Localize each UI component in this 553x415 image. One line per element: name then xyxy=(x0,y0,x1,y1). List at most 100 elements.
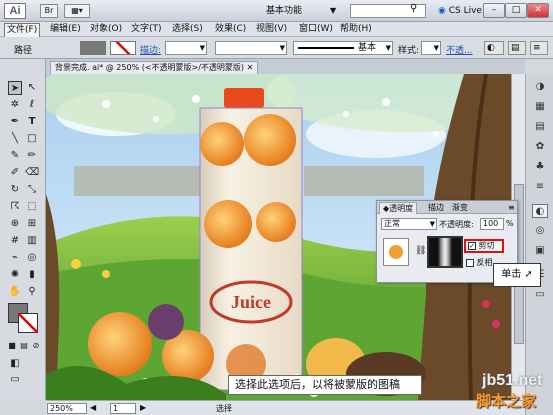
rectangle-tool[interactable]: □ xyxy=(25,132,39,146)
paintbrush-tool[interactable]: ✎ xyxy=(8,149,22,163)
maximize-button[interactable]: □ xyxy=(505,3,527,18)
zoom-tool[interactable]: ⚲ xyxy=(25,285,39,299)
menu-bar: 文件(F) 编辑(E) 对象(O) 文字(T) 选择(S) 效果(C) 视图(V… xyxy=(0,22,553,38)
blob-brush-tool[interactable]: ✐ xyxy=(8,166,22,180)
bridge-button[interactable]: Br xyxy=(40,4,58,18)
menu-edit[interactable]: 编辑(E) xyxy=(48,23,83,36)
opacity-link[interactable]: 不透... xyxy=(446,43,473,56)
warp-tool[interactable]: ☈ xyxy=(8,200,22,214)
arrange-documents-button[interactable]: ▦▾ xyxy=(64,4,90,18)
object-type-label: 路径 xyxy=(14,46,33,56)
link-chain-icon[interactable]: ⛓ xyxy=(415,246,426,256)
menu-type[interactable]: 文字(T) xyxy=(129,23,164,36)
artwork-thumbnail[interactable] xyxy=(383,238,409,266)
menu-effect[interactable]: 效果(C) xyxy=(213,23,248,36)
mask-thumbnail[interactable] xyxy=(427,236,463,268)
transparency-panel-icon[interactable]: ◐ xyxy=(532,204,548,218)
menu-file[interactable]: 文件(F) xyxy=(4,23,41,38)
tab-stroke[interactable]: 描边 xyxy=(425,202,447,214)
eyedropper-tool[interactable]: ⌁ xyxy=(8,251,22,265)
stroke-profile-dropdown[interactable]: 基本 ▼ xyxy=(293,41,393,55)
graphic-styles-icon[interactable]: ▣ xyxy=(532,244,548,258)
cs-live-icon: ◉ xyxy=(438,6,446,16)
juice-label: Juice xyxy=(231,292,271,312)
search-icon: ⚲ xyxy=(410,3,418,14)
eraser-tool[interactable]: ⌫ xyxy=(25,166,39,180)
menu-select[interactable]: 选择(S) xyxy=(170,23,205,36)
clip-checkbox[interactable]: ✓ 剪切 xyxy=(464,239,504,253)
align-button[interactable]: ▤ xyxy=(508,41,526,55)
invert-mask-checkbox[interactable]: 反相 xyxy=(466,257,493,268)
menu-object[interactable]: 对象(O) xyxy=(88,23,124,36)
appearance-panel-icon[interactable]: ◎ xyxy=(532,224,548,238)
opacity-label: 不透明度: xyxy=(439,220,474,229)
symbol-sprayer-tool[interactable]: ✺ xyxy=(8,268,22,282)
panel-tab-bar: ◆透明度 描边 渐变 ≡ xyxy=(377,201,517,214)
blend-tool[interactable]: ◎ xyxy=(25,251,39,265)
panel-menu-icon[interactable]: ≡ xyxy=(505,202,518,214)
none-mode-icon[interactable]: ⊘ xyxy=(29,339,43,353)
scale-tool[interactable]: ⤡ xyxy=(25,183,39,197)
tab-transparency[interactable]: ◆透明度 xyxy=(379,202,418,214)
lasso-tool[interactable]: ℓ xyxy=(25,98,39,112)
cs-live-menu[interactable]: ◉ CS Live ▾ xyxy=(438,4,489,18)
close-tab-icon[interactable]: ✕ xyxy=(247,63,254,72)
graph-tool[interactable]: ▮ xyxy=(25,268,39,282)
recolor-button[interactable]: ◐ xyxy=(484,41,504,55)
symbols-panel-icon[interactable]: ♣ xyxy=(532,160,548,174)
panel-menu-button[interactable]: ≡ xyxy=(530,41,548,55)
draw-mode-icon[interactable]: ◧ xyxy=(8,357,22,371)
artboards-panel-icon[interactable]: ▭ xyxy=(532,288,548,302)
menu-window[interactable]: 窗口(W) xyxy=(297,23,335,36)
pen-tool[interactable]: ✒ xyxy=(8,115,22,129)
workspace-switcher[interactable]: 基本功能 xyxy=(266,4,340,18)
variable-width-dropdown[interactable]: ▼ xyxy=(215,41,287,55)
control-bar: 路径 描边: ▼ ▼ 基本 ▼ 样式: ▼ 不透... ◐ ▤ ≡ xyxy=(0,37,553,59)
checkmark-icon: ✓ xyxy=(468,241,476,250)
style-label: 样式: xyxy=(398,46,420,56)
blend-mode-dropdown[interactable]: 正常 ▼ xyxy=(381,218,437,230)
gradient-tool[interactable]: ▥ xyxy=(25,234,39,248)
stroke-color-swatch[interactable] xyxy=(110,41,136,55)
opacity-unit: % xyxy=(506,219,514,228)
title-bar: Ai Br ▦▾ 基本功能 ▼ ⚲ ◉ CS Live ▾ – □ ✕ xyxy=(0,0,553,22)
opacity-input[interactable]: 100 xyxy=(480,218,504,230)
menu-view[interactable]: 视图(V) xyxy=(254,23,289,36)
stroke-weight-dropdown[interactable]: ▼ xyxy=(165,41,207,55)
page-field[interactable]: 1 xyxy=(110,403,136,414)
chevron-down-icon: ▼ xyxy=(330,6,337,15)
hand-tool[interactable]: ✋ xyxy=(8,285,22,299)
selection-tool[interactable]: ➤ xyxy=(8,81,22,95)
brushes-panel-icon[interactable]: ✿ xyxy=(532,140,548,154)
style-dropdown[interactable]: ▼ xyxy=(421,41,441,55)
color-guide-icon[interactable]: ▦ xyxy=(532,100,548,114)
page-prev-icon[interactable]: ◀ xyxy=(90,403,96,412)
free-transform-tool[interactable]: ⬚ xyxy=(25,200,39,214)
none-stroke-icon xyxy=(18,313,38,333)
swatches-panel-icon[interactable]: ▤ xyxy=(532,120,548,134)
tools-panel: ➤ ↖ ✲ ℓ ✒ T ╲ □ ✎ ✏ ✐ ⌫ ↻ ⤡ ☈ ⬚ ⊕ ⊞ # ▥ … xyxy=(0,59,46,400)
fill-color-swatch[interactable] xyxy=(80,41,106,55)
page-next-icon[interactable]: ▶ xyxy=(140,403,146,412)
pencil-tool[interactable]: ✏ xyxy=(25,149,39,163)
color-panel-icon[interactable]: ◑ xyxy=(532,80,548,94)
stroke-link[interactable]: 描边: xyxy=(140,43,161,56)
zoom-field[interactable]: 250% xyxy=(47,403,87,414)
type-tool[interactable]: T xyxy=(25,115,39,129)
screen-mode-icon[interactable]: ▭ xyxy=(8,373,22,387)
magic-wand-tool[interactable]: ✲ xyxy=(8,98,22,112)
mesh-tool[interactable]: # xyxy=(8,234,22,248)
direct-selection-tool[interactable]: ↖ xyxy=(25,81,39,95)
tab-gradient[interactable]: 渐变 xyxy=(449,202,471,214)
menu-help[interactable]: 帮助(H) xyxy=(338,23,374,36)
perspective-grid-tool[interactable]: ⊞ xyxy=(25,217,39,231)
rotate-tool[interactable]: ↻ xyxy=(8,183,22,197)
illustrator-logo: Ai xyxy=(4,3,26,19)
document-tab[interactable]: 背景完成. ai* @ 250% (<不透明蒙版>/不透明蒙版) ✕ xyxy=(50,61,259,74)
stroke-panel-icon[interactable]: ≡ xyxy=(532,180,548,194)
minimize-button[interactable]: – xyxy=(483,3,505,18)
illustrator-window: Ai Br ▦▾ 基本功能 ▼ ⚲ ◉ CS Live ▾ – □ ✕ 文件(F… xyxy=(0,0,553,415)
close-button[interactable]: ✕ xyxy=(527,3,549,18)
shape-builder-tool[interactable]: ⊕ xyxy=(8,217,22,231)
line-tool[interactable]: ╲ xyxy=(8,132,22,146)
